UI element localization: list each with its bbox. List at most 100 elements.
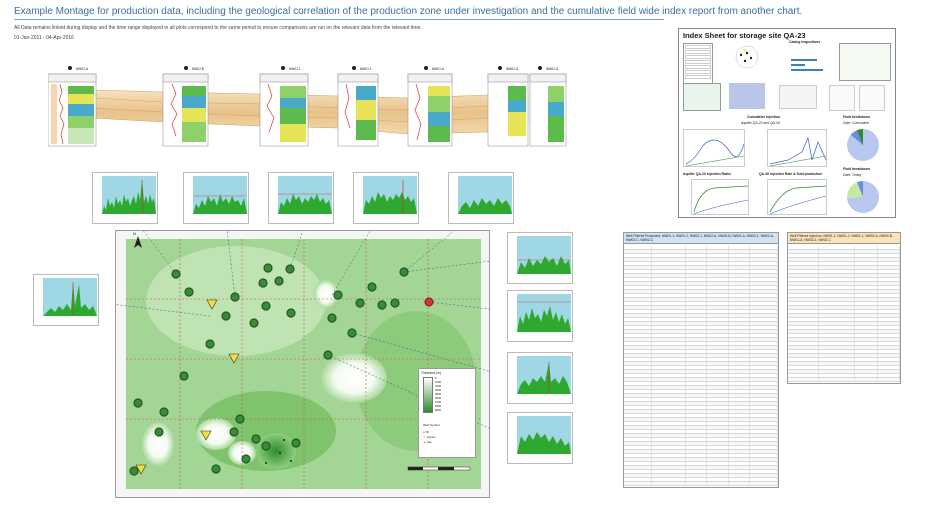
table-cell — [878, 378, 900, 381]
table-cell — [750, 310, 778, 313]
table-cell — [707, 366, 729, 369]
table-cell — [652, 438, 686, 441]
table-cell — [652, 350, 686, 353]
table-cell — [652, 298, 686, 301]
fluid-breakdown-2-title: Fluid breakdown — [843, 167, 870, 171]
page-title: Example Montage for production data, inc… — [14, 6, 803, 17]
table-cell — [729, 470, 751, 473]
table-cell — [855, 342, 878, 345]
table-cell — [652, 454, 686, 457]
table-cell — [855, 270, 878, 273]
table-cell — [750, 302, 778, 305]
map-legend: Thickness (m) 0 1200 2400 3600 4800 6000… — [418, 368, 476, 458]
production-chart-3[interactable] — [268, 172, 334, 224]
table-cell — [686, 418, 708, 421]
table-cell — [707, 330, 729, 333]
production-chart-2[interactable] — [183, 172, 249, 224]
table-cell — [819, 270, 856, 273]
field-map[interactable]: N Thickness (m) 0 1200 2400 3600 4800 60… — [115, 230, 491, 498]
table-cell — [707, 422, 729, 425]
table-cell — [729, 354, 751, 357]
table-cell — [652, 282, 686, 285]
injection-rate-chart-2 — [767, 179, 827, 215]
production-chart-10[interactable] — [507, 412, 573, 464]
table-cell — [729, 274, 751, 277]
table-cell — [788, 362, 820, 365]
injection-rates-2-title: QA-26 Injection Rate & fluid production — [759, 172, 823, 176]
production-chart-7[interactable] — [507, 232, 573, 284]
table-cell — [819, 302, 856, 305]
production-chart-5[interactable] — [448, 172, 514, 224]
table-cell — [855, 286, 878, 289]
table-cell — [819, 342, 856, 345]
table-cell — [624, 466, 652, 469]
production-chart-1[interactable] — [92, 172, 158, 224]
production-chart-8[interactable] — [507, 290, 573, 342]
index-sheet[interactable]: Index Sheet for storage site QA-23 Casin… — [678, 28, 896, 218]
table-cell — [878, 298, 900, 301]
production-chart-6[interactable] — [33, 274, 99, 326]
well-track-4[interactable]: NW01-1 — [337, 66, 379, 147]
table-cell — [855, 354, 878, 357]
table-cell — [729, 334, 751, 337]
table-cell — [707, 402, 729, 405]
well-track-3[interactable]: NW02-1 — [259, 66, 309, 147]
table-cell — [788, 354, 820, 357]
table-cell — [788, 294, 820, 297]
table-cell — [855, 258, 878, 261]
table-cell — [707, 418, 729, 421]
table-cell — [652, 314, 686, 317]
table-cell — [750, 294, 778, 297]
injectors-table[interactable]: Well Filtered Injectors: NW01-1, NW01-2,… — [787, 232, 901, 384]
table-cell — [686, 386, 708, 389]
table-cell — [624, 370, 652, 373]
table-cell — [819, 310, 856, 313]
table-cell — [624, 418, 652, 421]
table-cell — [707, 302, 729, 305]
table-cell — [788, 346, 820, 349]
table-cell — [652, 414, 686, 417]
table-cell — [624, 290, 652, 293]
table-cell — [624, 470, 652, 473]
table-cell — [878, 254, 900, 257]
table-cell — [788, 290, 820, 293]
table-cell — [707, 466, 729, 469]
table-cell — [788, 298, 820, 301]
table-cell — [652, 302, 686, 305]
table-cell — [624, 438, 652, 441]
table-cell — [750, 390, 778, 393]
table-cell — [652, 386, 686, 389]
table-cell — [686, 414, 708, 417]
production-chart-9[interactable] — [507, 352, 573, 404]
table-cell — [878, 310, 900, 313]
well-track-5[interactable]: NW01-A — [407, 66, 453, 147]
table-cell — [855, 334, 878, 337]
well-label: NW02-A — [506, 67, 519, 71]
table-cell — [855, 266, 878, 269]
table-cell — [729, 466, 751, 469]
table-cell — [624, 314, 652, 317]
well-track-1[interactable]: NW02-A — [48, 66, 97, 147]
table-cell — [624, 454, 652, 457]
production-chart-4[interactable] — [353, 172, 419, 224]
table-cell — [788, 270, 820, 273]
table-cell — [855, 250, 878, 253]
producers-table[interactable]: Well Filtered Producers: NW01-1, NW01-2,… — [623, 232, 779, 488]
well-track-2[interactable]: NW02-B — [162, 66, 209, 147]
table-cell — [750, 426, 778, 429]
table-cell — [750, 378, 778, 381]
well-track-6[interactable]: NW02-A — [487, 66, 529, 147]
geological-correlation: NW02-A NW02-B NW02-1 NW01-1 NW01-A NW02-… — [48, 66, 567, 147]
table-cell — [707, 258, 729, 261]
table-cell — [686, 434, 708, 437]
fluid-breakdown-1-title: Fluid breakdown — [843, 115, 870, 119]
table-cell — [878, 322, 900, 325]
table-cell — [819, 290, 856, 293]
table-cell — [855, 366, 878, 369]
well-label: NW02-B — [192, 67, 204, 71]
table-cell — [707, 394, 729, 397]
table-cell — [788, 246, 820, 249]
well-track-7[interactable]: NW02-A — [529, 66, 567, 147]
table-cell — [878, 262, 900, 265]
table-cell — [707, 362, 729, 365]
